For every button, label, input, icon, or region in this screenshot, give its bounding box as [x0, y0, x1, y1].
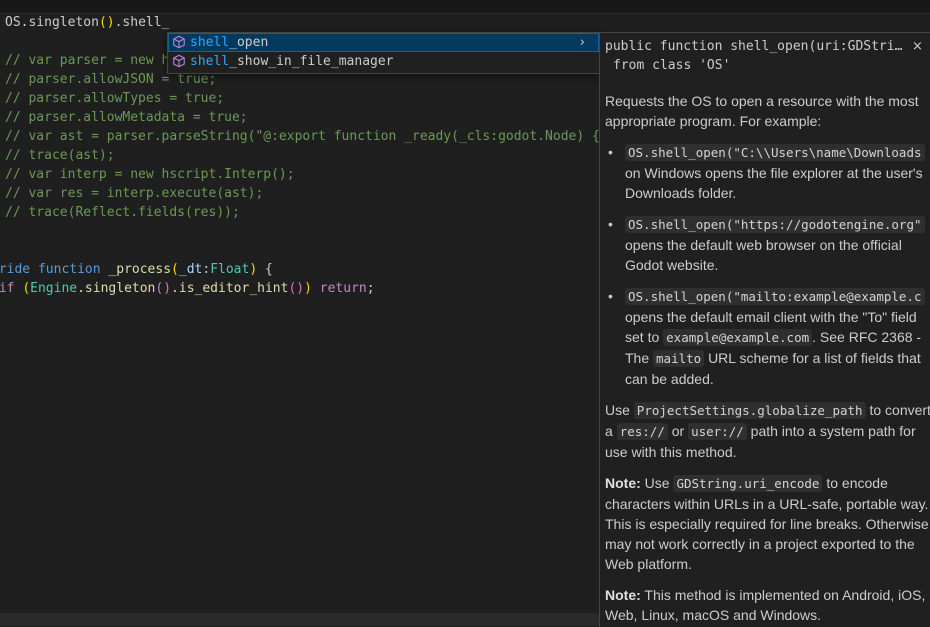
code-token: Engine	[30, 281, 78, 296]
suggestion-label: shell_show_in_file_manager	[190, 52, 394, 71]
code-token: rride	[0, 262, 31, 277]
list-item-text: opens the default web browser on the off…	[625, 237, 902, 273]
inline-code: example@example.com	[663, 329, 813, 346]
code-token: // trace(Reflect.fields(res));	[5, 205, 240, 220]
cube-method-icon	[172, 35, 186, 49]
code-token: if	[0, 281, 15, 296]
code-token: (	[171, 262, 179, 277]
suggestion-item[interactable]: shell_open ›	[168, 33, 599, 52]
code-line[interactable]: // var res = interp.execute(ast);	[5, 184, 263, 203]
code-token: :	[202, 262, 211, 277]
list-item: OS.shell_open("https://godotengine.org"o…	[605, 214, 930, 275]
list-item: OS.shell_open("mailto:example@example.co…	[605, 286, 930, 389]
horizontal-scrollbar[interactable]	[0, 613, 600, 626]
code-line[interactable]: // trace(ast);	[5, 146, 115, 165]
chevron-right-icon[interactable]: ›	[580, 33, 585, 52]
code-token: .singleton	[20, 15, 99, 30]
code-line[interactable]: // var parser = new h	[5, 51, 169, 70]
doc-paragraph-intro: Requests the OS to open a resource with …	[605, 93, 919, 129]
code-token: _process	[108, 262, 172, 277]
code-line[interactable]: // parser.allowTypes = true;	[5, 89, 224, 108]
suggestion-rest: _open	[229, 35, 269, 50]
code-token: )	[304, 281, 312, 296]
doc-paragraph-globalize: Use ProjectSettings.globalize_path to co…	[605, 400, 930, 462]
doc-text: Use	[644, 475, 670, 491]
code-token: Float	[210, 262, 250, 277]
note-label: Note:	[605, 587, 641, 603]
inline-code: res://	[616, 423, 668, 440]
top-bar	[0, 0, 930, 14]
code-token: // trace(ast);	[5, 148, 115, 163]
inline-code: OS.shell_open("C:\\Users\name\Downloads	[625, 144, 925, 161]
code-token: return	[311, 281, 367, 296]
code-line[interactable]: OS.singleton().shell_	[5, 13, 169, 32]
signature-line: public function shell_open(uri:GDStrin…	[605, 39, 905, 54]
doc-text: or	[671, 423, 685, 439]
close-icon[interactable]: ×	[912, 37, 923, 57]
doc-note-uri-encode: Note: Use GDString.uri_encode to encode …	[605, 473, 930, 574]
inline-code: OS.shell_open("mailto:example@example.c	[625, 288, 925, 305]
suggestion-item[interactable]: shell_show_in_file_manager	[168, 52, 599, 71]
code-token: // parser.allowJSON = true;	[5, 72, 217, 87]
code-token: ()	[288, 281, 305, 296]
doc-text: This method is implemented on Android, i…	[605, 587, 926, 623]
suggestion-match: shell	[190, 35, 230, 50]
code-token: )	[249, 262, 258, 277]
code-token: // parser.allowMetadata = true;	[5, 110, 248, 125]
code-line[interactable]: // parser.allowMetadata = true;	[5, 108, 248, 127]
code-token: ()	[155, 281, 172, 296]
doc-note-platforms: Note: This method is implemented on Andr…	[605, 585, 930, 625]
code-token: (	[22, 281, 31, 296]
suggestion-rest: _show_in_file_manager	[229, 54, 394, 69]
inline-code: mailto	[653, 350, 705, 367]
code-line[interactable]: // var interp = new hscript.Interp();	[5, 165, 295, 184]
suggestion-label: shell_open	[190, 33, 268, 52]
code-token: .is_editor_hint	[171, 281, 289, 296]
code-token: {	[257, 262, 273, 277]
function-signature: public function shell_open(uri:GDStrin… …	[605, 37, 905, 75]
doc-text: Use	[605, 402, 630, 418]
inline-code: user://	[688, 423, 747, 440]
list-item: OS.shell_open("C:\\Users\name\Downloadso…	[605, 142, 930, 203]
suggestion-match: shell	[190, 54, 230, 69]
suggestion-details-panel: public function shell_open(uri:GDStrin… …	[599, 32, 930, 627]
list-item-text: on Windows opens the file explorer at th…	[625, 165, 923, 201]
suggestion-widget[interactable]: shell_open › shell_show_in_file_manager	[167, 32, 600, 74]
code-token: ()	[98, 15, 115, 30]
note-label: Note:	[605, 475, 641, 491]
code-token: // var ast = parser.parseString("@:expor…	[5, 129, 608, 144]
code-token: // parser.allowTypes = true;	[5, 91, 225, 106]
code-token: _dt	[178, 262, 203, 277]
code-token: // var interp = new hscript.Interp();	[5, 167, 295, 182]
code-line[interactable]: rride function _process(_dt:Float) {	[0, 260, 273, 279]
code-line[interactable]: // trace(Reflect.fields(res));	[5, 203, 240, 222]
inline-code: GDString.uri_encode	[673, 475, 823, 492]
code-token: .singleton	[77, 281, 156, 296]
code-token: .shell_	[114, 15, 170, 30]
code-token: // var res = interp.execute(ast);	[5, 186, 264, 201]
code-token: // var parser = new h	[5, 53, 170, 68]
code-line[interactable]: // var ast = parser.parseString("@:expor…	[5, 127, 608, 146]
doc-example-list: OS.shell_open("C:\\Users\name\Downloadso…	[605, 142, 930, 389]
doc-body: Requests the OS to open a resource with …	[605, 91, 930, 627]
code-token: OS	[5, 15, 21, 30]
code-line[interactable]: if (Engine.singleton().is_editor_hint())…	[0, 279, 375, 298]
signature-class-line: from class 'OS'	[613, 58, 731, 73]
cube-method-icon	[172, 54, 186, 68]
inline-code: OS.shell_open("https://godotengine.org"	[625, 216, 925, 233]
code-token: ;	[366, 281, 375, 296]
inline-code: ProjectSettings.globalize_path	[633, 402, 866, 419]
code-token: function	[37, 262, 109, 277]
